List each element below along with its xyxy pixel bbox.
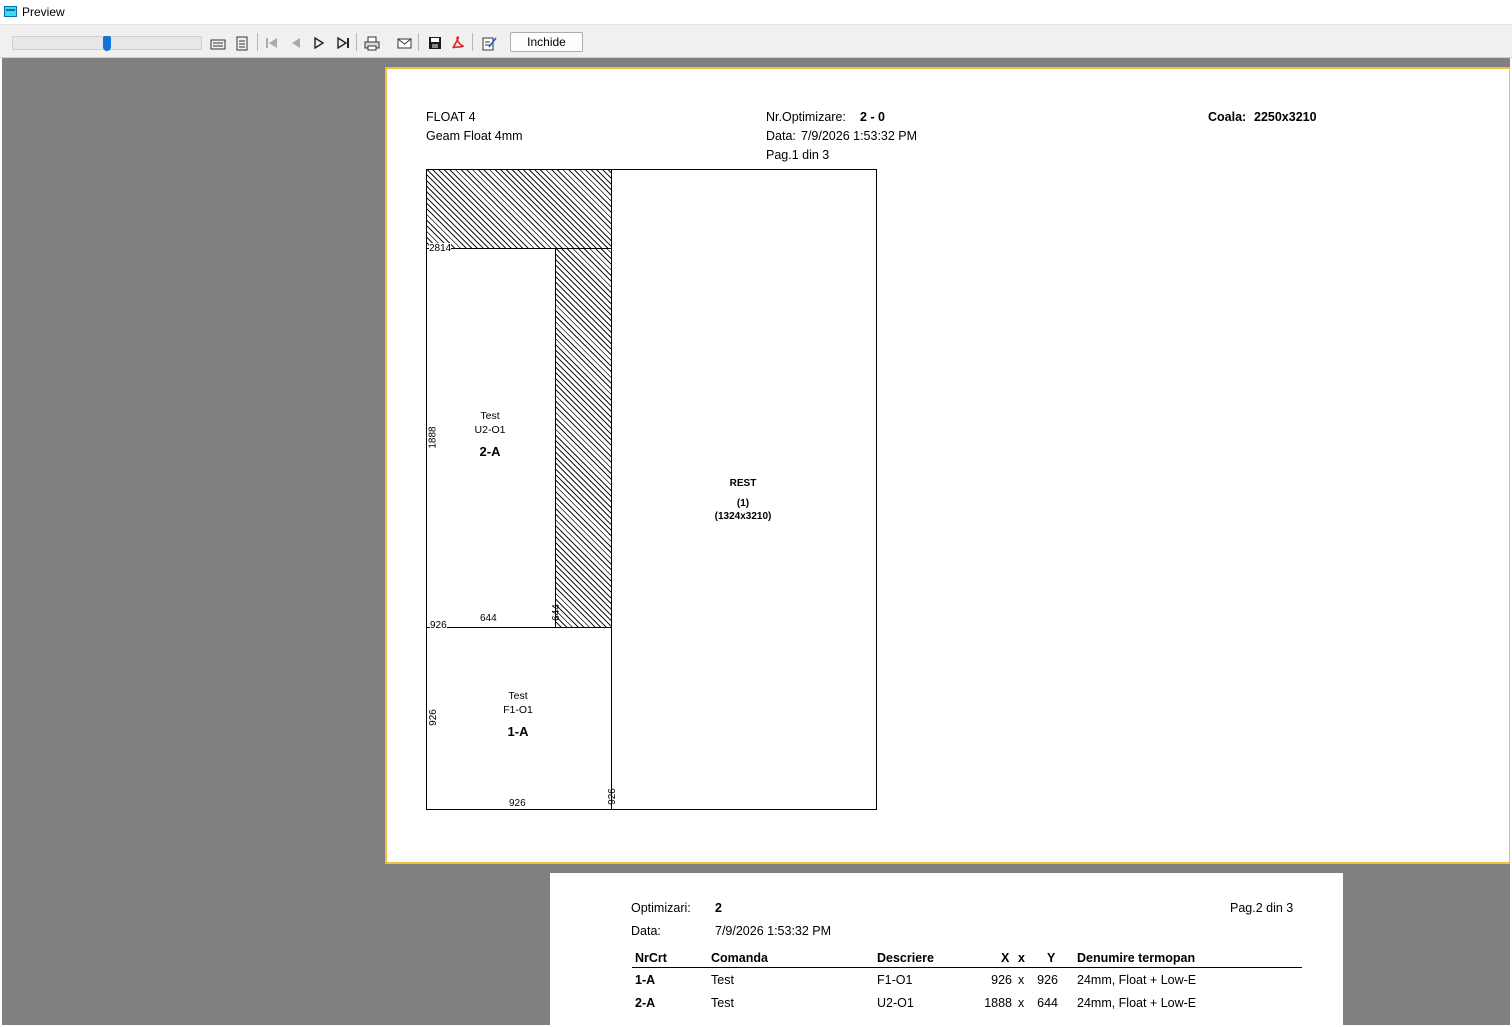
dimension-644-horizontal: 644 [480,613,497,624]
row-descriere: U2-O1 [877,996,914,1010]
toolbar: Inchide [0,25,1512,58]
column-comanda: Comanda [711,951,768,965]
dimension-1888: 1888 [427,426,439,449]
report-page-2: Optimizari: 2 Data: 7/9/2026 1:53:32 PM … [550,873,1343,1025]
pdf-icon[interactable] [448,33,468,53]
sheet-size: 2250x3210 [1254,110,1317,124]
next-page-icon[interactable] [309,33,329,53]
waste-area-strip [556,249,611,627]
row-y: 644 [1037,996,1058,1010]
row-nrcrt: 1-A [635,973,656,987]
toolbar-separator [418,33,419,51]
whole-page-icon[interactable] [232,33,252,53]
preview-viewport[interactable]: FLOAT 4 Geam Float 4mm Nr.Optimizare: 2 … [2,58,1510,1025]
page-number: Pag.1 din 3 [766,148,830,162]
optimizations-value: 2 [715,901,722,915]
zoom-slider[interactable] [12,36,202,51]
column-y: Y [1047,951,1056,965]
optimizations-label: Optimizari: [631,901,691,915]
row-y: 926 [1037,973,1058,987]
dimension-644-vertical: 644 [550,604,562,621]
material-code: FLOAT 4 [426,110,476,124]
piece-code: 2-A [479,444,501,459]
toolbar-separator [257,33,258,51]
rest-size: (1324x3210) [714,511,772,522]
optimization-label: Nr.Optimizare: [766,110,846,124]
rest-area-label: REST (1) (1324x3210) [683,477,803,523]
report-page-1: FLOAT 4 Geam Float 4mm Nr.Optimizare: 2 … [385,67,1510,864]
row-x-separator: x [1018,996,1025,1010]
last-page-icon[interactable] [333,33,353,53]
date-value: 7/9/2026 1:53:32 PM [801,129,918,143]
piece-order: Test [480,410,500,422]
edit-icon[interactable] [479,33,499,53]
cut-line [427,627,611,628]
email-icon[interactable] [394,33,414,53]
dimension-2814: 2814 [429,243,452,254]
cut-line [611,170,612,810]
preview-app-icon [4,6,17,17]
column-x: X [1001,951,1010,965]
cutting-layout: 2814 1888 644 644 926 926 926 926 Test U… [426,169,877,810]
row-descriere: F1-O1 [877,973,913,987]
piece-description: U2-O1 [474,424,506,436]
cut-line [427,248,611,249]
piece-2a-label: Test U2-O1 2-A [450,409,530,459]
rest-count: (1) [736,498,750,509]
material-description: Geam Float 4mm [426,129,523,143]
waste-area-top [427,170,611,248]
title-bar: Preview [0,0,1512,25]
column-denumire: Denumire termopan [1077,951,1196,965]
column-x-separator: x [1018,951,1025,965]
cut-line [555,248,556,627]
piece-1a-label: Test F1-O1 1-A [478,689,558,739]
toolbar-separator [356,33,357,51]
column-descriere: Descriere [877,951,934,965]
previous-page-icon[interactable] [286,33,306,53]
piece-code: 1-A [507,724,529,739]
table-header-rule [632,967,1302,968]
print-icon[interactable] [362,33,382,53]
piece-order: Test [508,690,528,702]
row-x-separator: x [1018,973,1025,987]
optimization-value: 2 - 0 [860,110,886,124]
dimension-926-vertical: 926 [427,709,439,726]
zoom-slider-thumb[interactable] [103,36,111,51]
sheet-label: Coala: [1208,110,1247,124]
row-denumire: 24mm, Float + Low-E [1077,996,1197,1010]
window-title: Preview [22,5,65,19]
date-value: 7/9/2026 1:53:32 PM [715,924,832,938]
date-label: Data: [766,129,796,143]
save-icon[interactable] [425,33,445,53]
dimension-926-bottom: 926 [509,798,526,809]
toolbar-separator [472,33,473,51]
row-comanda: Test [711,996,734,1010]
row-nrcrt: 2-A [635,996,656,1010]
row-comanda: Test [711,973,734,987]
close-button[interactable]: Inchide [510,32,583,52]
first-page-icon[interactable] [262,33,282,53]
column-nrcrt: NrCrt [635,951,667,965]
date-label: Data: [631,924,661,938]
piece-description: F1-O1 [503,704,533,716]
dimension-926-cut: 926 [430,620,447,631]
row-denumire: 24mm, Float + Low-E [1077,973,1197,987]
rest-title: REST [729,478,757,489]
row-x: 1888 [984,996,1012,1010]
page-number: Pag.2 din 3 [1230,901,1294,915]
row-x: 926 [991,973,1012,987]
page-width-icon[interactable] [208,33,228,53]
dimension-926-right: 926 [606,788,618,805]
